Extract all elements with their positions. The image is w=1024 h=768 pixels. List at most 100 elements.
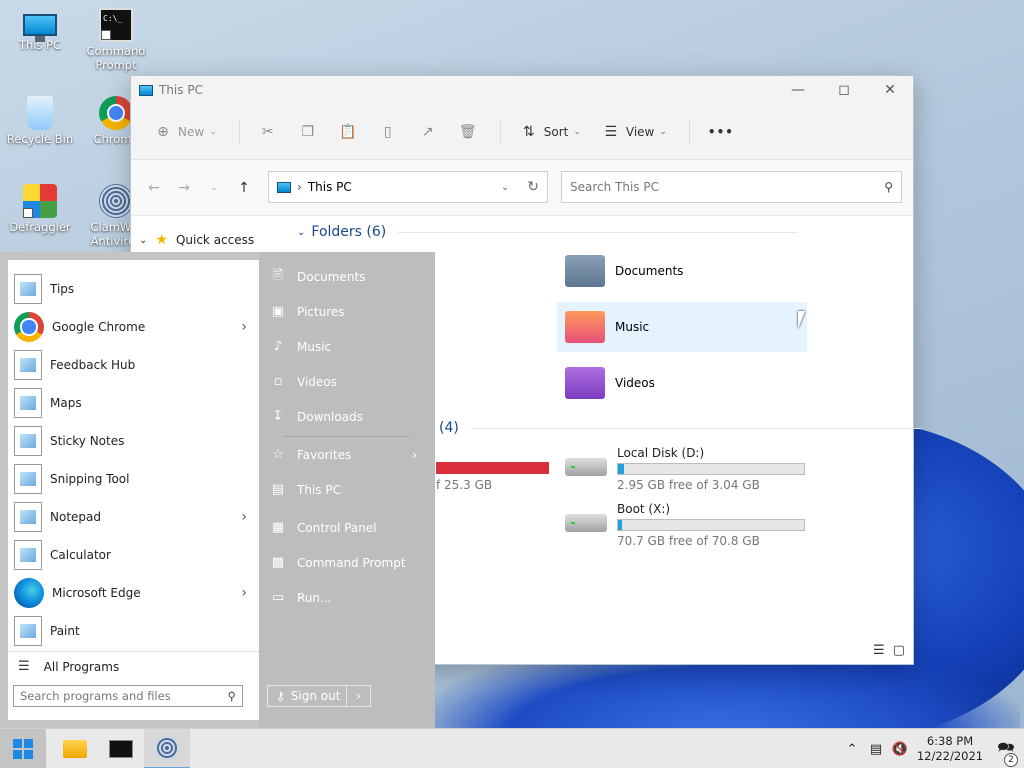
title-bar[interactable]: This PC — ◻ ✕: [131, 76, 913, 104]
all-programs-button[interactable]: ☰ All Programs: [8, 651, 259, 681]
monitor-icon: [23, 14, 57, 42]
app-label: Maps: [50, 396, 82, 410]
folder-music[interactable]: Music: [557, 302, 807, 352]
shutdown-options-chevron-icon[interactable]: ›: [346, 686, 370, 706]
new-button[interactable]: ⊕ New ⌄: [145, 118, 225, 146]
chevron-down-icon: ⌄: [573, 126, 581, 137]
submenu-arrow-icon[interactable]: ›: [241, 509, 247, 525]
start-search-input[interactable]: Search programs and files ⚲: [13, 685, 243, 707]
folder-documents[interactable]: Documents: [557, 246, 807, 296]
start-app-calculator[interactable]: Calculator: [8, 536, 259, 574]
search-box[interactable]: Search This PC ⚲: [561, 171, 902, 203]
place-music[interactable]: ♪ Music: [269, 329, 429, 364]
app-generic-icon: [14, 464, 42, 494]
breadcrumb-chevron-icon: ›: [297, 180, 302, 194]
videos-folder-icon: [565, 367, 605, 399]
forward-button[interactable]: →: [169, 180, 199, 196]
place-videos[interactable]: ▫ Videos: [269, 364, 429, 399]
place-command-prompt[interactable]: ▩ Command Prompt: [269, 545, 429, 580]
start-app-paint[interactable]: Paint: [8, 612, 259, 650]
view-button[interactable]: ☰ View ⌄: [593, 118, 675, 146]
place-label: Pictures: [297, 304, 345, 319]
place-downloads[interactable]: ↧ Downloads: [269, 399, 429, 434]
address-dropdown-icon[interactable]: ⌄: [501, 182, 509, 193]
drive-icon: [565, 514, 607, 532]
control-panel-icon: ▦: [271, 520, 285, 535]
back-button[interactable]: ←: [139, 180, 169, 196]
place-pictures[interactable]: ▣ Pictures: [269, 294, 429, 329]
taskbar-file-explorer[interactable]: [52, 729, 98, 768]
drive-free-space: 70.7 GB free of 70.8 GB: [617, 534, 760, 548]
maximize-button[interactable]: ◻: [821, 76, 867, 104]
picture-icon: ▣: [271, 304, 285, 319]
place-favorites[interactable]: ☆ Favorites ›: [269, 437, 429, 472]
action-center-button[interactable]: 🗪 2: [988, 737, 1024, 767]
search-placeholder: Search This PC: [570, 180, 659, 194]
desktop-icon-recycle-bin[interactable]: Recycle Bin: [2, 96, 78, 146]
taskbar-command-prompt[interactable]: [98, 729, 144, 768]
folders-section-header[interactable]: ⌄ Folders (6): [297, 224, 799, 240]
toolbar-separator: [499, 119, 501, 144]
submenu-arrow-icon[interactable]: ›: [241, 319, 247, 335]
start-app-notepad[interactable]: Notepad ›: [8, 498, 259, 536]
app-generic-icon: [14, 502, 42, 532]
taskbar-clamwin[interactable]: [144, 728, 190, 768]
minimize-button[interactable]: —: [775, 76, 821, 104]
folder-videos[interactable]: Videos: [557, 358, 807, 408]
place-documents[interactable]: 🗎 Documents: [269, 259, 429, 294]
place-run[interactable]: ▭ Run...: [269, 580, 429, 615]
windows-logo-icon: [13, 738, 33, 759]
tiles-view-icon[interactable]: ▢: [893, 643, 905, 658]
drives-section-header[interactable]: (4): [439, 420, 921, 436]
collapse-chevron-icon: ⌄: [297, 226, 306, 238]
paste-button[interactable]: 📋: [330, 118, 366, 146]
drive-icon: [565, 458, 607, 476]
submenu-arrow-icon[interactable]: ›: [412, 448, 417, 462]
shortcut-arrow-icon: [101, 30, 111, 40]
toolbar-separator: [238, 119, 240, 144]
start-button[interactable]: [0, 728, 46, 768]
desktop-icon-this-pc[interactable]: This PC: [2, 8, 78, 52]
copy-button[interactable]: ❐: [290, 118, 326, 146]
clock[interactable]: 6:38 PM 12/22/2021: [912, 734, 988, 764]
app-label: Microsoft Edge: [52, 586, 141, 600]
rename-icon: ▯: [383, 123, 392, 140]
share-button[interactable]: ↗: [410, 118, 446, 146]
start-app-maps[interactable]: Maps: [8, 384, 259, 422]
place-this-pc[interactable]: ▤ This PC: [269, 472, 429, 507]
submenu-arrow-icon[interactable]: ›: [241, 585, 247, 601]
clock-time: 6:38 PM: [926, 734, 974, 748]
app-generic-icon: [14, 426, 42, 456]
rename-button[interactable]: ▯: [370, 118, 406, 146]
sign-out-button[interactable]: ⚷ Sign out ›: [267, 685, 371, 707]
start-app-snipping-tool[interactable]: Snipping Tool: [8, 460, 259, 498]
volume-muted-icon[interactable]: 🔇: [888, 742, 912, 757]
details-view-icon[interactable]: ☰: [873, 643, 885, 658]
refresh-icon[interactable]: ↻: [527, 179, 539, 195]
close-button[interactable]: ✕: [867, 76, 913, 104]
start-app-google-chrome[interactable]: Google Chrome ›: [8, 308, 259, 346]
drive-boot-x[interactable]: Boot (X:) 70.7 GB free of 70.8 GB: [565, 502, 805, 548]
place-control-panel[interactable]: ▦ Control Panel: [269, 510, 429, 545]
desktop-icon-defraggler[interactable]: Defraggler: [2, 184, 78, 234]
start-app-sticky-notes[interactable]: Sticky Notes: [8, 422, 259, 460]
place-label: Control Panel: [297, 520, 377, 535]
terminal-icon: C:\_: [99, 8, 133, 42]
show-hidden-icons-chevron-icon[interactable]: ⌃: [840, 742, 864, 757]
start-app-microsoft-edge[interactable]: Microsoft Edge ›: [8, 574, 259, 612]
sort-button[interactable]: ⇅ Sort ⌄: [511, 118, 589, 146]
folders-heading: Folders (6): [311, 224, 387, 240]
delete-button[interactable]: 🗑: [450, 118, 486, 146]
desktop-icon-command-prompt[interactable]: C:\_ Command Prompt: [78, 8, 154, 72]
start-app-feedback-hub[interactable]: Feedback Hub: [8, 346, 259, 384]
up-button[interactable]: ↑: [229, 180, 259, 196]
more-options-button[interactable]: •••: [700, 119, 742, 145]
nav-quick-access[interactable]: ⌄ ★ Quick access: [139, 232, 254, 248]
network-icon[interactable]: ▤: [864, 742, 888, 757]
cut-button[interactable]: ✂: [250, 118, 286, 146]
start-app-tips[interactable]: Tips: [8, 270, 259, 308]
drive-local-disk-d[interactable]: Local Disk (D:) 2.95 GB free of 3.04 GB: [565, 446, 805, 492]
place-label: Run...: [297, 590, 332, 605]
address-bar[interactable]: › This PC ⌄ ↻: [268, 171, 548, 203]
recent-locations-button[interactable]: ⌄: [199, 183, 229, 193]
